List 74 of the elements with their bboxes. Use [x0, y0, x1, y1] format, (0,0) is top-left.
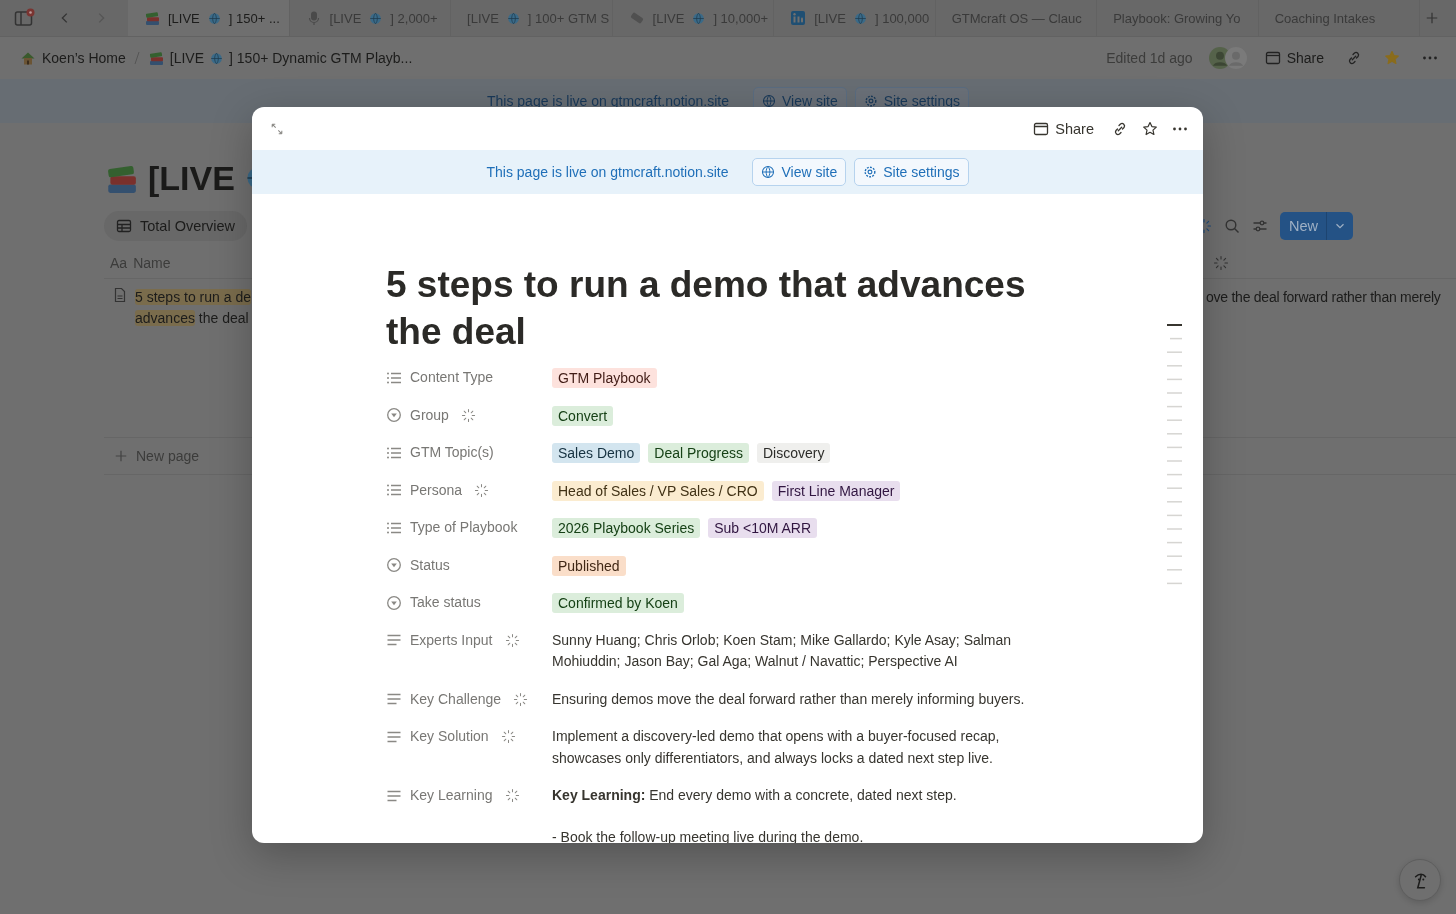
property-value: Implement a discovery-led demo that opens with a buyer-focused recap, showcases only differentiators, and always locks a dated next step live.: [552, 727, 1001, 768]
gear-icon: [863, 94, 878, 108]
sparkle-icon: [1213, 255, 1229, 271]
window-icon: [1264, 50, 1281, 66]
tag[interactable]: Sub <10M ARR: [708, 518, 818, 538]
browser-tab[interactable]: [LIVE ] 150+ ...: [128, 0, 290, 36]
property-name[interactable]: Persona: [410, 479, 463, 501]
live-site-notice: This page is live on gtmcraft.notion.site: [486, 164, 729, 180]
globe-icon: [853, 11, 867, 25]
globe-icon: [692, 11, 706, 25]
sidebar-icon[interactable]: [14, 8, 36, 28]
breadcrumb[interactable]: Koen’s Home: [16, 48, 130, 68]
table-icon: [116, 218, 132, 234]
table-cell: ove the deal forward rather than merely: [1205, 279, 1456, 438]
property-name[interactable]: Content Type: [410, 367, 494, 389]
property-name[interactable]: GTM Topic(s): [410, 442, 494, 464]
property-name[interactable]: Group: [410, 404, 449, 426]
globe-icon: [761, 165, 776, 179]
view-tab[interactable]: Total Overview: [104, 211, 248, 241]
database-title: [LIVE: [148, 158, 235, 198]
house-icon: [20, 50, 36, 66]
property-value: Key Learning: End every demo with a concrete, dated next step.: [552, 786, 958, 805]
sliders-icon[interactable]: [1252, 218, 1268, 234]
tag[interactable]: Convert: [552, 405, 614, 426]
globe-icon: [762, 94, 776, 108]
property-name[interactable]: Take status: [410, 592, 481, 614]
tag[interactable]: Published: [552, 555, 626, 576]
tag[interactable]: 2026 Playbook Series: [552, 518, 701, 538]
search-icon[interactable]: [1224, 218, 1240, 234]
books-icon: [144, 10, 160, 26]
new-button[interactable]: New: [1280, 212, 1353, 240]
tag[interactable]: First Line Manager: [771, 480, 901, 501]
star-icon[interactable]: [1384, 50, 1400, 66]
property-name[interactable]: Key Challenge: [410, 688, 502, 710]
share-button[interactable]: Share: [1029, 118, 1098, 139]
link-icon[interactable]: [1112, 120, 1128, 137]
plus-icon: [1425, 11, 1440, 25]
tag[interactable]: Head of Sales / VP Sales / CRO: [552, 480, 764, 501]
tag[interactable]: GTM Playbook: [552, 368, 657, 388]
property-name[interactable]: Key Learning: [410, 785, 493, 807]
gear-icon: [863, 165, 878, 179]
plus-icon: [114, 449, 128, 463]
select-icon: [386, 557, 402, 574]
globe-icon: [207, 11, 221, 25]
tag[interactable]: Confirmed by Koen: [552, 593, 684, 613]
square-logo-icon: [790, 10, 807, 26]
property-name[interactable]: Experts Input: [410, 629, 493, 651]
tag[interactable]: Discovery: [756, 443, 831, 463]
star-icon[interactable]: [1142, 120, 1158, 137]
select-icon: [386, 407, 402, 424]
property-name[interactable]: Key Solution: [410, 726, 489, 748]
page-title: 5 steps to run a demo that advances the deal: [386, 263, 1027, 354]
expand-icon[interactable]: [270, 121, 284, 136]
property-value: Sunny Huang; Chris Orlob; Koen Stam; Mike Gallardo; Kyle Asay; Salman Mohiuddin; Jason Bay; Gal Aga; Walnut / Navattic; Perspective AI: [552, 630, 1013, 671]
share-button[interactable]: Share: [1260, 48, 1328, 68]
assistant-button[interactable]: [1399, 859, 1441, 901]
globe-icon: [506, 11, 520, 25]
tag[interactable]: Sales Demo: [552, 443, 641, 463]
globe-icon: [369, 11, 383, 25]
sparkle-icon[interactable]: [504, 788, 520, 804]
breadcrumb[interactable]: [LIVE ] 150+ Dynamic GTM Playb...: [143, 48, 417, 68]
window-icon: [1033, 120, 1050, 137]
books-icon: [147, 50, 164, 66]
row-title-line[interactable]: advances the deal: [135, 308, 251, 329]
select-icon: [386, 594, 402, 611]
view-site-button[interactable]: View site: [752, 158, 847, 186]
tag[interactable]: Deal Progress: [648, 443, 749, 463]
property-name[interactable]: Status: [410, 554, 450, 576]
globe-icon: [210, 51, 224, 65]
slash-separator-icon: [131, 50, 142, 66]
document-icon: [112, 287, 128, 303]
property-name[interactable]: Type of Playbook: [410, 517, 518, 539]
site-settings-button[interactable]: Site settings: [854, 158, 969, 186]
property-value: Ensuring demos move the deal forward rather than merely informing buyers.: [552, 689, 1026, 709]
